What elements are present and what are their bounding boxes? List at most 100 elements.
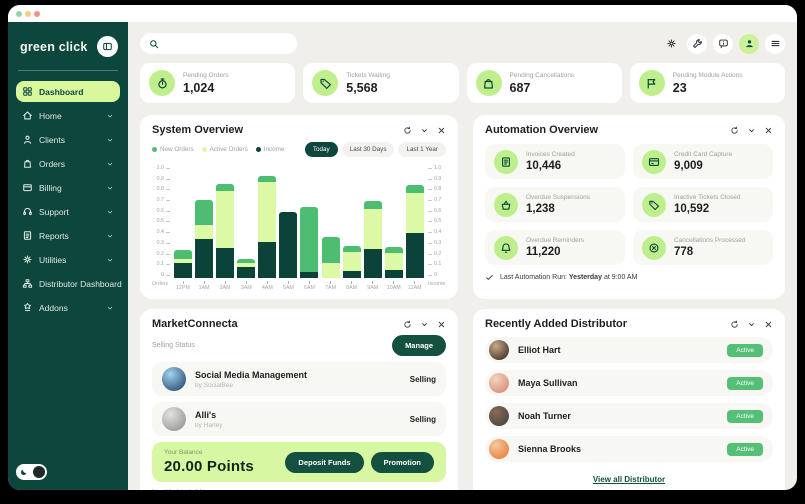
- tile-label: Inactive Tickets Closed: [674, 194, 740, 201]
- view-all-link[interactable]: View all Distributor: [593, 475, 665, 484]
- close-icon[interactable]: [437, 126, 446, 135]
- promotion-button[interactable]: Promotion: [371, 452, 435, 473]
- search-input[interactable]: [165, 39, 288, 49]
- y-tick: 0.6: [157, 209, 170, 214]
- distributor-row[interactable]: Maya SullivanActive: [485, 370, 773, 396]
- market-item[interactable]: Social Media Managementby SocialBeeSelli…: [152, 362, 446, 396]
- close-icon[interactable]: [437, 320, 446, 329]
- legend-dot: [152, 147, 157, 152]
- menu-button[interactable]: [765, 34, 785, 54]
- distributor-row[interactable]: Noah TurnerActive: [485, 403, 773, 429]
- window-dot[interactable]: [25, 11, 31, 17]
- close-icon[interactable]: [764, 320, 773, 329]
- refresh-icon[interactable]: [730, 126, 739, 135]
- chart-legend: New OrdersActive OrdersIncome: [152, 146, 284, 153]
- chevron-down-icon[interactable]: [747, 320, 756, 329]
- y-tick: 0.6: [428, 209, 446, 214]
- x-tick-label: 9AM: [364, 281, 382, 291]
- chart-bar-10am: [385, 247, 403, 278]
- bag-icon: [482, 77, 495, 90]
- chart-segment: [385, 253, 403, 270]
- tile-value: 9,009: [674, 160, 732, 172]
- chevron-down-icon: [106, 304, 114, 312]
- chart-segment: [174, 263, 192, 278]
- market-item[interactable]: Alli'sby HarleySelling: [152, 402, 446, 436]
- market-item-text: Social Media Managementby SocialBee: [195, 370, 307, 389]
- tab-today[interactable]: Today: [305, 142, 338, 157]
- tab-last-1-year[interactable]: Last 1 Year: [398, 142, 446, 157]
- profile-button[interactable]: [739, 34, 759, 54]
- sidebar-item-distributor-dashboard[interactable]: Distributor Dashboard: [16, 273, 120, 294]
- close-icon[interactable]: [764, 126, 773, 135]
- refresh-icon[interactable]: [730, 320, 739, 329]
- check-icon: [485, 273, 494, 282]
- x-tick-label: 12PM: [174, 281, 192, 291]
- sidebar-item-support[interactable]: Support: [16, 201, 120, 222]
- chart-segment: [174, 250, 192, 259]
- chart-segment: [364, 249, 382, 278]
- sidebar-item-clients[interactable]: Clients: [16, 129, 120, 150]
- chevron-down-icon[interactable]: [420, 320, 429, 329]
- chart-bar-1am: [195, 200, 213, 278]
- sidebar-item-billing[interactable]: Billing: [16, 177, 120, 198]
- refresh-icon[interactable]: [403, 320, 412, 329]
- distributor-row[interactable]: Elliot HartActive: [485, 337, 773, 363]
- sidebar-item-orders[interactable]: Orders: [16, 153, 120, 174]
- product-avatar: [162, 407, 186, 431]
- sidebar-item-dashboard[interactable]: Dashboard: [16, 81, 120, 102]
- tick-dash: [166, 221, 170, 222]
- tick-dash: [166, 168, 170, 169]
- stat-value: 1,024: [183, 81, 229, 95]
- sidebar-item-reports[interactable]: Reports: [16, 225, 120, 246]
- window-dot[interactable]: [16, 11, 22, 17]
- search-bar[interactable]: [140, 33, 297, 54]
- chart-x-axis: Orders 12PM1AM2AM3AM4AM5AM6AM7AM8AM9AM10…: [152, 281, 446, 291]
- chart-segment: [237, 267, 255, 278]
- utilities-icon: [22, 254, 33, 265]
- market-item-text: Alli'sby Harley: [195, 410, 222, 429]
- window-dot[interactable]: [34, 11, 40, 17]
- chevron-down-icon: [106, 232, 114, 240]
- feedback-button[interactable]: [713, 34, 733, 54]
- refresh-icon[interactable]: [403, 126, 412, 135]
- sidebar-item-utilities[interactable]: Utilities: [16, 249, 120, 270]
- chevron-down-icon[interactable]: [420, 126, 429, 135]
- chevron-down-icon[interactable]: [747, 126, 756, 135]
- y-tick: 0.3: [157, 241, 170, 246]
- sidebar-item-label: Orders: [39, 159, 65, 169]
- y-tick: 0.3: [428, 241, 446, 246]
- tick-dash: [428, 275, 432, 276]
- traffic-lights[interactable]: [16, 11, 40, 17]
- chevron-down-icon: [106, 208, 114, 216]
- tick-dash: [166, 264, 170, 265]
- tab-last-30-days[interactable]: Last 30 Days: [342, 142, 395, 157]
- stat-text: Tickets Waiting5,568: [346, 72, 390, 95]
- darkmode-toggle[interactable]: [16, 464, 47, 480]
- tick-dash: [428, 232, 432, 233]
- automation-tiles: Invoices Created10,446Credit Card Captur…: [485, 144, 773, 265]
- y-tick: 0.8: [428, 187, 446, 192]
- y-tick: 0.4: [428, 230, 446, 235]
- distributor-row[interactable]: Sienna BrooksActive: [485, 436, 773, 462]
- sidebar-item-home[interactable]: Home: [16, 105, 120, 126]
- manage-button[interactable]: Manage: [392, 335, 446, 356]
- settings-button[interactable]: [661, 34, 681, 54]
- chart-segment: [322, 263, 340, 278]
- tools-button[interactable]: [687, 34, 707, 54]
- status-badge[interactable]: Active: [727, 344, 763, 357]
- basket-circle: [494, 193, 518, 217]
- chart-bar-4am: [258, 176, 276, 278]
- chart-segment: [300, 207, 318, 272]
- status-badge[interactable]: Active: [727, 377, 763, 390]
- status-badge[interactable]: Active: [727, 443, 763, 456]
- gear-icon: [666, 38, 677, 49]
- stat-card: Pending Cancellations687: [467, 63, 622, 103]
- chart-segment: [364, 201, 382, 209]
- x-tick-label: 10AM: [385, 281, 403, 291]
- sidebar-collapse-button[interactable]: [97, 36, 118, 57]
- tile-text: Overdue Reminders11,220: [526, 237, 584, 258]
- status-badge[interactable]: Active: [727, 410, 763, 423]
- deposit-funds-button[interactable]: Deposit Funds: [285, 452, 363, 473]
- sidebar-divider: [18, 70, 118, 71]
- sidebar-item-addons[interactable]: Addons: [16, 297, 120, 318]
